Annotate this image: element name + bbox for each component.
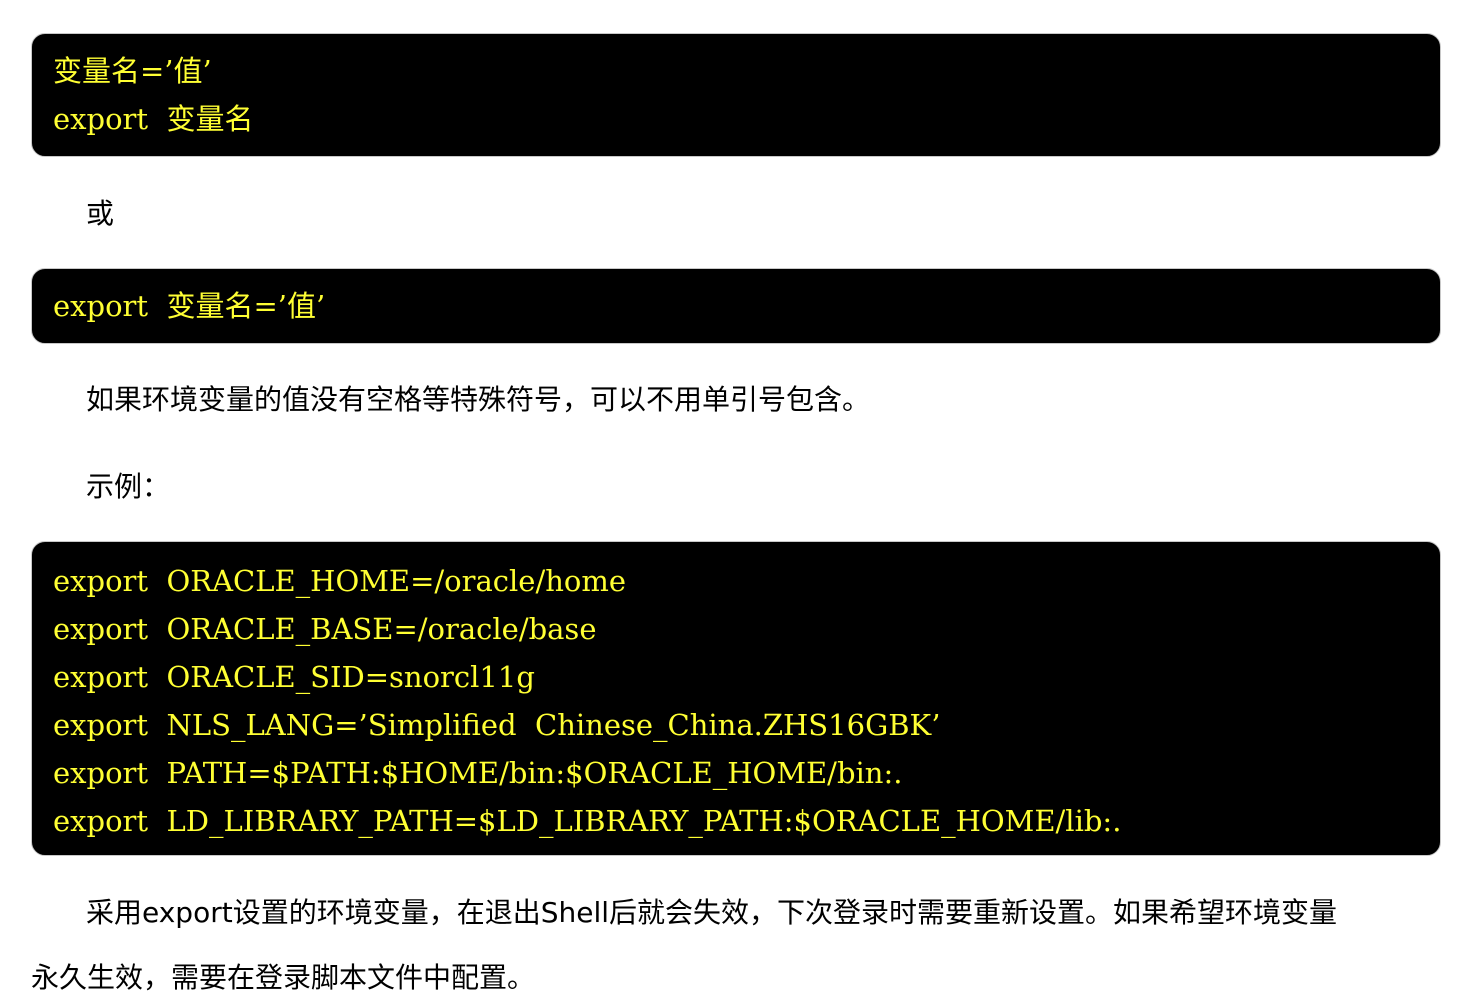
code-line: export ORACLE_BASE=/oracle/base (53, 612, 597, 646)
code-line: export LD_LIBRARY_PATH=$LD_LIBRARY_PATH:… (53, 804, 1122, 838)
code-block-syntax-2: export 变量名=’值’ (31, 268, 1441, 344)
code-line: export NLS_LANG=’Simplified Chinese_Chin… (53, 708, 941, 742)
code-line: export ORACLE_HOME=/oracle/home (53, 564, 627, 598)
note-paragraph: 如果环境变量的值没有空格等特殊符号，可以不用单引号包含。 (86, 383, 871, 416)
conclusion-paragraph-line-2: 永久生效，需要在登录脚本文件中配置。 (31, 961, 536, 994)
conclusion-paragraph-line-1: 采用export设置的环境变量，在退出Shell后就会失效，下次登录时需要重新设… (86, 896, 1338, 929)
code-line: export PATH=$PATH:$HOME/bin:$ORACLE_HOME… (53, 756, 903, 790)
code-block-example: export ORACLE_HOME=/oracle/home export O… (31, 541, 1441, 856)
example-label: 示例： (86, 470, 171, 503)
code-line: export 变量名=’值’ (53, 289, 326, 323)
code-line: export 变量名 (53, 102, 254, 136)
code-line: export ORACLE_SID=snorcl11g (53, 660, 535, 694)
code-line: 变量名=’值’ (53, 54, 212, 88)
or-text: 或 (86, 197, 115, 230)
code-block-syntax-1: 变量名=’值’ export 变量名 (31, 33, 1441, 157)
